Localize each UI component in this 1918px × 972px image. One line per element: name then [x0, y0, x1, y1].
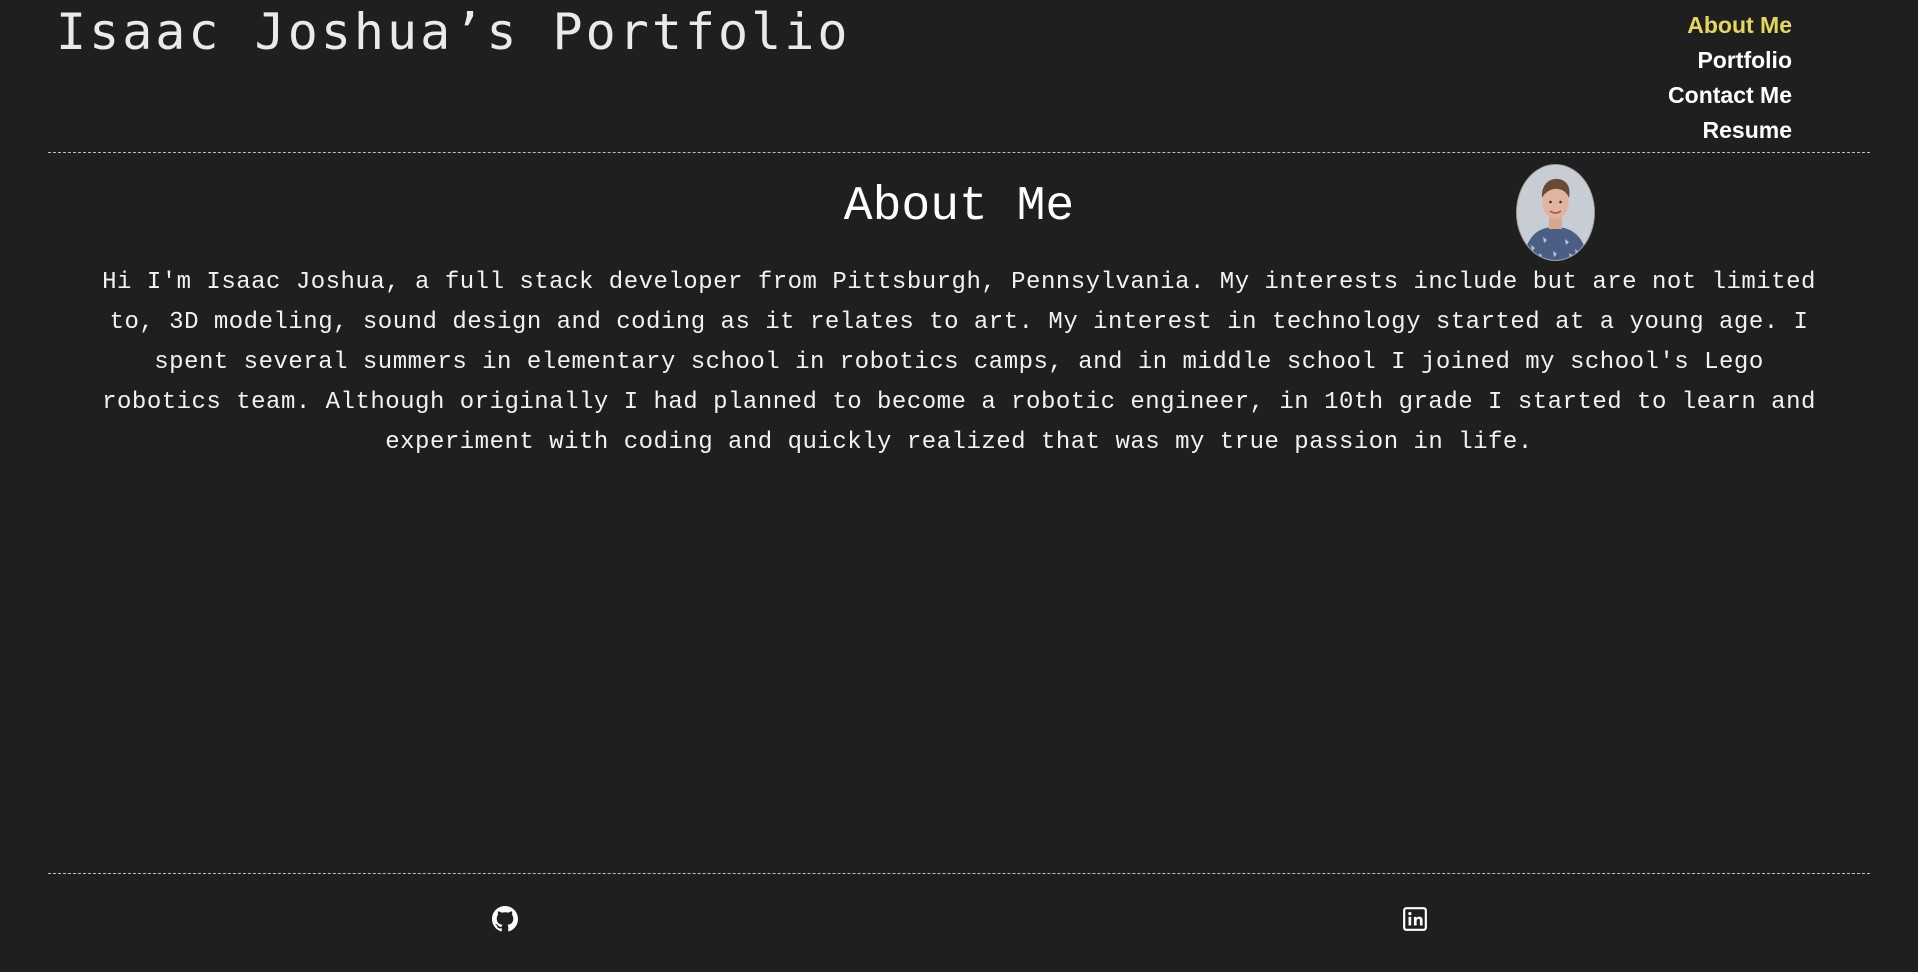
nav-link-about-me[interactable]: About Me: [1687, 8, 1792, 43]
linkedin-icon: [1403, 907, 1427, 931]
avatar: [1516, 164, 1595, 261]
nav-link-contact-me[interactable]: Contact Me: [1668, 78, 1792, 113]
site-footer: [48, 873, 1870, 972]
bio-text: Hi I'm Isaac Joshua, a full stack develo…: [102, 269, 1816, 456]
github-link[interactable]: [492, 906, 518, 932]
site-title: Isaac Joshua’s Portfolio: [56, 3, 851, 61]
site-header: Isaac Joshua’s Portfolio About Me Portfo…: [48, 0, 1870, 153]
github-icon: [492, 906, 518, 932]
main-nav: About Me Portfolio Contact Me Resume: [1668, 8, 1792, 148]
about-section: About Me Hi I'm Isaac Joshua, a full sta…: [48, 153, 1870, 873]
profile-photo-icon: [1517, 165, 1594, 260]
nav-link-portfolio[interactable]: Portfolio: [1697, 43, 1792, 78]
section-title: About Me: [843, 180, 1075, 234]
linkedin-link[interactable]: [1402, 906, 1428, 932]
nav-link-resume[interactable]: Resume: [1703, 113, 1792, 148]
